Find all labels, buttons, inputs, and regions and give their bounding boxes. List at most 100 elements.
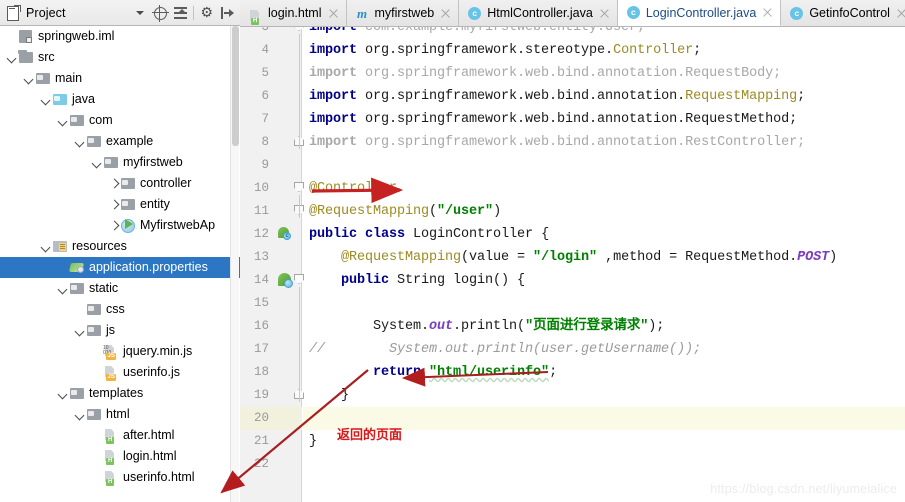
project-tree-scrollbar[interactable] [230,26,239,502]
editor-tab-label: HtmlController.java [487,6,593,20]
code-token: @RequestMapping [309,204,430,219]
tree-item-css[interactable]: css [0,299,240,320]
fold-guide-line [299,195,300,218]
tree-item-static[interactable]: static [0,278,240,299]
view-options-dropdown[interactable] [130,3,150,23]
close-icon[interactable] [328,8,339,19]
package-icon [86,299,103,320]
code-line[interactable]: @RequestMapping("/user") [303,200,905,223]
resources-folder-icon [52,236,69,257]
tree-item-com[interactable]: com [0,110,240,131]
tree-toggle-open-icon[interactable] [40,236,52,257]
tree-toggle-open-icon[interactable] [57,383,69,404]
code-token: org.springframework.stereotype. [365,43,614,58]
tree-item-userinfo-js[interactable]: userinfo.js [0,362,240,383]
collapse-all-button[interactable] [170,3,190,23]
code-token: import [309,66,366,81]
code-token: org.springframework.web.bind.annotation. [365,89,686,104]
tree-item-springweb-iml[interactable]: springweb.iml [0,26,240,47]
tree-toggle-open-icon[interactable] [57,278,69,299]
code-line[interactable] [303,292,905,315]
folder-icon [35,68,52,89]
code-line[interactable]: } [303,384,905,407]
code-line[interactable]: import org.springframework.web.bind.anno… [303,131,905,154]
editor-tab-login-html[interactable]: login.html [240,0,347,26]
tree-item-label: jquery.min.js [123,344,193,358]
tree-item-entity[interactable]: entity [0,194,240,215]
scrollbar-thumb[interactable] [232,26,239,146]
tree-item-myfirstwebap[interactable]: MyfirstwebAp [0,215,240,236]
close-icon[interactable] [762,7,773,18]
tree-toggle-open-icon[interactable] [23,68,35,89]
editor-gutter[interactable]: 3 4 5 6 7 8 9 10 11 12 c 13 14 15 16 17 18 19 20 21 22 [240,27,304,502]
project-tool-window: Project springweb.iml srcmain java com examp… [0,0,240,502]
code-line[interactable]: import com.example.myfirstweb.entity.Use… [303,27,905,39]
tree-toggle-open-icon[interactable] [91,152,103,173]
tree-item-example[interactable]: example [0,131,240,152]
package-icon [86,131,103,152]
tree-item-src[interactable]: src [0,47,240,68]
tree-item-label: entity [140,197,170,211]
tree-item-after-html[interactable]: after.html [0,425,240,446]
code-line[interactable]: public class LoginController { [303,223,905,246]
close-icon[interactable] [896,8,905,19]
code-line[interactable] [303,453,905,476]
editor-tab-htmlcontroller-java[interactable]: c HtmlController.java [459,0,618,26]
code-line[interactable]: import org.springframework.web.bind.anno… [303,108,905,131]
tree-toggle-open-icon[interactable] [57,110,69,131]
code-line[interactable]: public String login() { [303,269,905,292]
code-line[interactable]: System.out.println("页面进行登录请求"); [303,315,905,338]
tree-item-js[interactable]: js [0,320,240,341]
tree-toggle-open-icon[interactable] [6,47,18,68]
tree-item-userinfo-html[interactable]: userinfo.html [0,467,240,488]
tree-item-html[interactable]: html [0,404,240,425]
fold-guide-line [299,287,300,402]
tree-item-application-properties[interactable]: application.properties [0,257,240,278]
tree-item-resources[interactable]: resources [0,236,240,257]
editor-tab-myfirstweb[interactable]: m myfirstweb [347,0,460,26]
code-token: import [309,43,366,58]
spring-bean-class-gutter-icon[interactable]: c [278,223,296,246]
close-icon[interactable] [599,8,610,19]
code-token: out [429,319,454,334]
code-line[interactable] [303,154,905,177]
code-token: LoginController [413,227,534,242]
settings-button[interactable] [197,3,217,23]
code-line[interactable]: return "html/userinfo"; [303,361,905,384]
code-line[interactable]: @Controller [303,177,905,200]
code-line[interactable]: import org.springframework.stereotype.Co… [303,39,905,62]
source-folder-icon [18,47,35,68]
code-line[interactable]: @RequestMapping(value = "/login" ,method… [303,246,905,269]
tree-item-label: application.properties [89,260,208,274]
tree-item-controller[interactable]: controller [0,173,240,194]
project-tree[interactable]: springweb.iml src main java com example myfirs… [0,26,240,502]
code-token: login [453,273,494,288]
code-line[interactable]: // System.out.println(user.getUsername()… [303,338,905,361]
code-token: "html/userinfo" [429,365,550,380]
code-line[interactable]: import org.springframework.web.bind.anno… [303,62,905,85]
tree-toggle-open-icon[interactable] [74,131,86,152]
js-file-icon [103,362,120,383]
close-icon[interactable] [440,8,451,19]
tree-item-jquery-min-js[interactable]: 10010jquery.min.js [0,341,240,362]
code-token: ( [429,204,438,219]
tree-toggle-open-icon[interactable] [74,404,86,425]
tree-item-main[interactable]: main [0,68,240,89]
watermark-text: https://blog.csdn.net/liyumeialice [710,482,897,496]
tree-item-templates[interactable]: templates [0,383,240,404]
tree-toggle-closed-icon[interactable] [108,173,120,194]
scroll-from-source-button[interactable] [150,3,170,23]
hide-panel-button[interactable] [217,3,237,23]
code-line[interactable]: import org.springframework.web.bind.anno… [303,85,905,108]
tree-item-myfirstweb[interactable]: myfirstweb [0,152,240,173]
tree-toggle-open-icon[interactable] [74,320,86,341]
tree-toggle-open-icon[interactable] [40,89,52,110]
line-number: 6 [261,89,269,103]
tree-toggle-closed-icon[interactable] [108,215,120,236]
editor-tab-logincontroller-java[interactable]: c LoginController.java [617,0,782,26]
tree-item-java[interactable]: java [0,89,240,110]
tree-toggle-closed-icon[interactable] [108,194,120,215]
editor-tab-getinfocontrol[interactable]: c GetinfoControl [781,0,905,26]
tree-item-login-html[interactable]: login.html [0,446,240,467]
